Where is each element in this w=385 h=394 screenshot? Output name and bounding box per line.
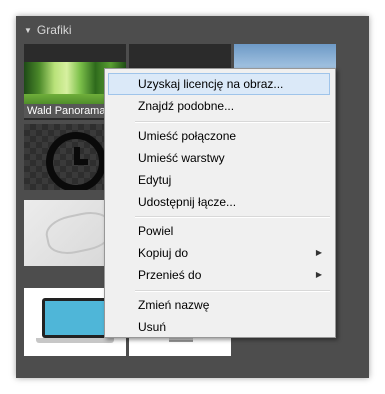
menu-item-duplicate[interactable]: Powiel: [108, 220, 330, 242]
menu-separator: [135, 121, 330, 123]
laptop-image: [42, 298, 108, 338]
chevron-right-icon: ▶: [315, 248, 322, 257]
triangle-down-icon[interactable]: ▼: [24, 26, 32, 35]
menu-item-label: Przenieś do: [138, 268, 202, 282]
menu-separator: [135, 216, 330, 218]
menu-item-delete[interactable]: Usuń: [108, 316, 330, 338]
context-menu: Uzyskaj licencję na obraz... Znajdź podo…: [104, 68, 336, 338]
panel-header[interactable]: ▼ Grafiki: [24, 22, 72, 38]
panel-title: Grafiki: [36, 23, 72, 37]
menu-item-rename[interactable]: Zmień nazwę: [108, 294, 330, 316]
menu-item-find-similar[interactable]: Znajdź podobne...: [108, 95, 330, 117]
menu-item-share-link[interactable]: Udostępnij łącze...: [108, 191, 330, 213]
menu-item-move-to[interactable]: Przenieś do ▶: [108, 264, 330, 286]
menu-item-place-layers[interactable]: Umieść warstwy: [108, 147, 330, 169]
menu-item-edit[interactable]: Edytuj: [108, 169, 330, 191]
menu-item-copy-to[interactable]: Kopiuj do ▶: [108, 242, 330, 264]
menu-separator: [135, 290, 330, 292]
menu-item-get-license[interactable]: Uzyskaj licencję na obraz...: [108, 73, 330, 95]
menu-item-place-linked[interactable]: Umieść połączone: [108, 125, 330, 147]
menu-item-label: Kopiuj do: [138, 246, 189, 260]
chevron-right-icon: ▶: [315, 270, 322, 279]
clock-icon: [46, 132, 106, 190]
